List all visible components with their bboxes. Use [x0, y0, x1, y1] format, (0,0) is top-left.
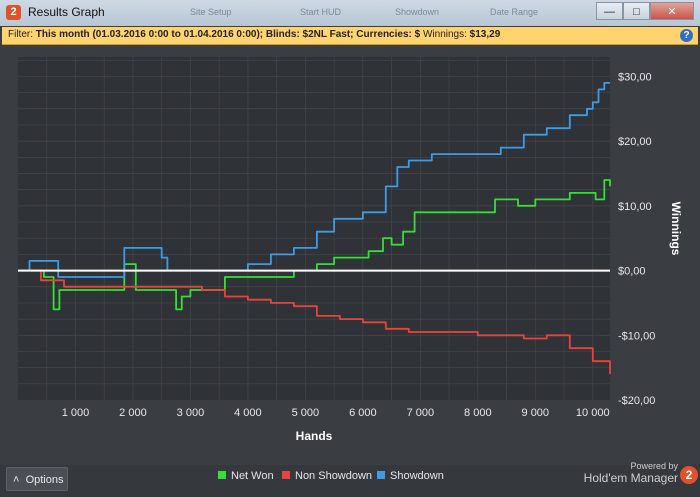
results-chart: 1 000 2 000 3 000 4 000 5 000 6 000 7 000 8 000… [0, 45, 700, 465]
y-tick-label: $0,00 [618, 266, 646, 278]
results-graph-window: 2 Results Graph Site Setup Start HUD Sho… [0, 0, 700, 497]
maximize-icon: □ [633, 6, 640, 18]
x-axis-label: Hands [296, 429, 333, 443]
x-tick-label: 8 000 [464, 407, 492, 419]
y-tick-label: $20,00 [618, 136, 652, 148]
options-button[interactable]: ˄ Options [6, 467, 68, 491]
x-tick-label: 9 000 [522, 407, 550, 419]
legend-swatch-showdown [377, 471, 385, 479]
y-tick-label: $30,00 [618, 71, 652, 83]
chart-svg: 1 000 2 000 3 000 4 000 5 000 6 000 7 000 8 000… [18, 57, 683, 443]
background-tab-start-hud[interactable]: Start HUD [300, 7, 341, 17]
x-tick-label: 6 000 [349, 407, 377, 419]
y-axis-label: Winnings [669, 202, 683, 256]
hem2-branding: Powered by Hold'em Manager [584, 461, 678, 485]
help-icon[interactable]: ? [680, 29, 693, 42]
winnings-label: Winnings: [420, 29, 470, 40]
hem2-logo-icon: 2 [680, 466, 698, 484]
legend-swatch-non-showdown [282, 471, 290, 479]
minimize-button[interactable]: — [596, 2, 623, 20]
filter-bar: Filter: This month (01.03.2016 0:00 to 0… [2, 27, 698, 45]
close-icon: ✕ [667, 6, 677, 18]
y-tick-label: -$20,00 [618, 395, 655, 407]
filter-criteria: This month (01.03.2016 0:00 to 01.04.201… [35, 29, 421, 40]
x-tick-label: 2 000 [119, 407, 147, 419]
y-tick-label: -$10,00 [618, 330, 655, 342]
footer-bar: ˄ Options Net Won Non Showdown Showdown … [0, 461, 700, 497]
x-tick-label: 5 000 [292, 407, 320, 419]
legend-label-net-won: Net Won [231, 470, 274, 482]
background-tab-showdown[interactable]: Showdown [395, 7, 439, 17]
options-label: Options [25, 474, 64, 486]
filter-text: Filter: This month (01.03.2016 0:00 to 0… [8, 29, 500, 40]
close-button[interactable]: ✕ [650, 2, 694, 20]
x-tick-label: 1 000 [62, 407, 90, 419]
title-bar[interactable]: 2 Results Graph Site Setup Start HUD Sho… [0, 0, 700, 26]
powered-by-text: Powered by [630, 461, 678, 471]
chevron-up-icon: ˄ [13, 474, 20, 486]
winnings-value: $13,29 [469, 29, 501, 40]
x-tick-label: 3 000 [177, 407, 205, 419]
x-tick-label: 10 000 [576, 407, 610, 419]
y-tick-label: $10,00 [618, 201, 652, 213]
product-name: Hold'em Manager [583, 471, 678, 485]
x-tick-label: 7 000 [407, 407, 435, 419]
legend-label-showdown: Showdown [390, 470, 444, 482]
maximize-button[interactable]: □ [623, 2, 650, 20]
background-tab-site-setup[interactable]: Site Setup [190, 7, 232, 17]
legend-showdown[interactable]: Showdown [377, 470, 444, 482]
x-tick-label: 4 000 [234, 407, 262, 419]
background-tab-date-range[interactable]: Date Range [490, 7, 538, 17]
minimize-icon: — [604, 6, 615, 18]
app-logo-icon: 2 [6, 5, 21, 20]
legend-swatch-net-won [218, 471, 226, 479]
legend-net-won[interactable]: Net Won [218, 470, 274, 482]
filter-prefix: Filter: [8, 29, 36, 40]
window-title: Results Graph [28, 5, 105, 19]
legend-label-non-showdown: Non Showdown [295, 470, 373, 482]
legend-non-showdown[interactable]: Non Showdown [282, 470, 372, 482]
